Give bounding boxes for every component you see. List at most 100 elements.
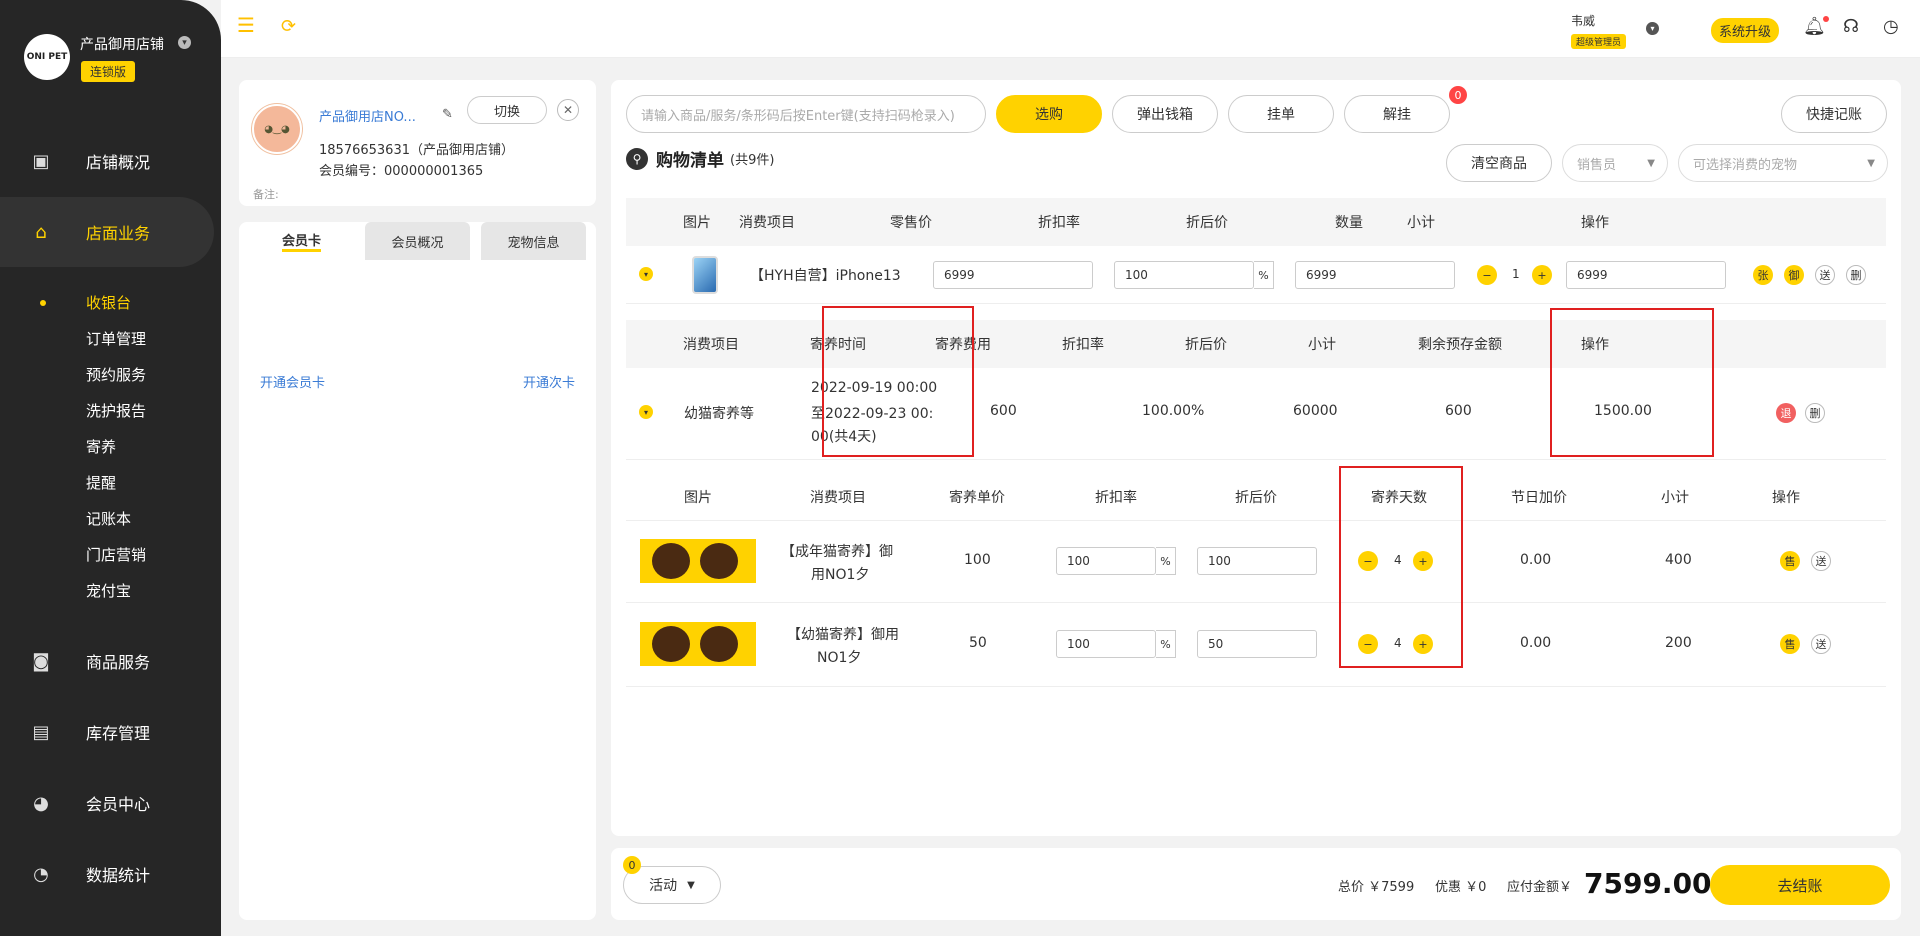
chevron-down-icon[interactable]: ▾ bbox=[639, 405, 653, 419]
after-discount-input[interactable]: 100 bbox=[1197, 547, 1317, 575]
cash-drawer-button[interactable]: 弹出钱箱 bbox=[1112, 95, 1218, 133]
sub-item-reminder[interactable]: 提醒 bbox=[86, 472, 116, 492]
retail-price-input[interactable]: 6999 bbox=[933, 261, 1093, 289]
sub-item-care-report[interactable]: 洗护报告 bbox=[86, 400, 146, 420]
menu-icon[interactable]: ☰ bbox=[237, 15, 259, 36]
cart-title: ⚲ 购物清单 (共9件) bbox=[626, 146, 774, 171]
nav-item-goods[interactable]: ◙ 商品服务 bbox=[0, 626, 221, 696]
edition-badge: 连锁版 bbox=[81, 61, 136, 82]
nav-item-inventory[interactable]: ▤ 库存管理 bbox=[0, 697, 221, 767]
op-button-yu[interactable]: 御 bbox=[1784, 265, 1804, 285]
nav-item-label: 数据统计 bbox=[86, 866, 151, 885]
salesperson-select[interactable]: 销售员 ▼ bbox=[1562, 144, 1668, 182]
unit-price: 50 bbox=[969, 635, 987, 651]
col-header: 零售价 bbox=[890, 215, 932, 231]
quick-ledger-button[interactable]: 快捷记账 bbox=[1781, 95, 1887, 133]
payable-label: 应付金额￥ bbox=[1507, 880, 1573, 895]
nav-item-label: 店铺概况 bbox=[86, 153, 151, 172]
pet-placeholder: 可选择消费的宠物 bbox=[1693, 157, 1798, 173]
subtotal-input[interactable]: 6999 bbox=[1566, 261, 1726, 289]
divider bbox=[626, 686, 1886, 687]
location-pin-icon: ⚲ bbox=[626, 147, 648, 170]
activity-label: 活动 bbox=[649, 878, 678, 894]
member-card: ◕‿◕ 产品御用店NO... ✎ 切换 ✕ 18576653631（产品御用店铺… bbox=[239, 80, 596, 206]
select-button[interactable]: 选购 bbox=[996, 95, 1102, 133]
sub-item-cashier[interactable]: 收银台 bbox=[86, 292, 131, 312]
nav-item-overview[interactable]: ▣ 店铺概况 bbox=[0, 126, 221, 196]
member-tabs-panel: 会员卡 会员概况 宠物信息 开通会员卡 开通次卡 bbox=[239, 222, 596, 920]
switch-member-button[interactable]: 切换 bbox=[467, 96, 547, 124]
col-header: 折扣率 bbox=[1062, 337, 1104, 353]
unhold-order-button[interactable]: 解挂 bbox=[1344, 95, 1450, 133]
tab-pet-info[interactable]: 宠物信息 bbox=[481, 222, 586, 260]
hold-order-button[interactable]: 挂单 bbox=[1228, 95, 1334, 133]
member-store-link[interactable]: 产品御用店NO... bbox=[319, 106, 416, 125]
clock-icon[interactable]: ◷ bbox=[1883, 16, 1899, 37]
boarding-name: 幼猫寄养等 bbox=[684, 406, 754, 422]
op-button-zhang[interactable]: 张 bbox=[1753, 265, 1773, 285]
minus-button[interactable]: − bbox=[1477, 265, 1497, 285]
nav-item-store-business[interactable]: ⌂ 店面业务 bbox=[0, 197, 214, 267]
search-input[interactable]: 请输入商品/服务/条形码后按Enter键(支持扫码枪录入) bbox=[626, 95, 986, 133]
delete-button[interactable]: 删 bbox=[1805, 403, 1825, 423]
gift-button[interactable]: 送 bbox=[1811, 551, 1831, 571]
sell-button[interactable]: 售 bbox=[1780, 634, 1800, 654]
plus-button[interactable]: + bbox=[1532, 265, 1552, 285]
headset-icon[interactable]: ☊ bbox=[1843, 16, 1859, 37]
col-header: 小计 bbox=[1308, 337, 1336, 353]
sub-item-appointments[interactable]: 预约服务 bbox=[86, 364, 146, 384]
percent-sign: % bbox=[1156, 547, 1176, 575]
item-name-line: 【成年猫寄养】御 bbox=[781, 544, 893, 560]
nav-item-label: 商品服务 bbox=[86, 653, 151, 672]
sub-item-ledger[interactable]: 记账本 bbox=[86, 508, 131, 528]
product-name: 【HYH自营】iPhone13 bbox=[750, 268, 901, 284]
gift-button[interactable]: 送 bbox=[1811, 634, 1831, 654]
tab-member-overview[interactable]: 会员概况 bbox=[365, 222, 470, 260]
store-name: 产品御用店铺 bbox=[80, 37, 164, 53]
upgrade-button[interactable]: 系统升级 bbox=[1711, 18, 1780, 43]
tab-member-card[interactable]: 会员卡 bbox=[249, 222, 354, 260]
open-member-card-link[interactable]: 开通会员卡 bbox=[260, 372, 325, 391]
sell-button[interactable]: 售 bbox=[1780, 551, 1800, 571]
col-header: 小计 bbox=[1407, 215, 1435, 231]
col-header: 数量 bbox=[1335, 215, 1363, 231]
nav-item-members[interactable]: ◕ 会员中心 bbox=[0, 768, 221, 838]
discount-input[interactable]: 100 bbox=[1114, 261, 1254, 289]
total-price: 总价 ￥7599 bbox=[1338, 880, 1415, 895]
col-header: 小计 bbox=[1661, 490, 1689, 506]
item-subtotal: 200 bbox=[1665, 635, 1692, 651]
boarding-fee: 600 bbox=[990, 403, 1017, 419]
clear-cart-button[interactable]: 清空商品 bbox=[1446, 144, 1552, 182]
gift-button[interactable]: 送 bbox=[1815, 265, 1835, 285]
boarding-after: 60000 bbox=[1293, 403, 1338, 419]
tab-label: 会员卡 bbox=[281, 230, 321, 252]
col-header: 折后价 bbox=[1185, 337, 1227, 353]
edit-icon[interactable]: ✎ bbox=[442, 107, 453, 122]
unit-price: 100 bbox=[964, 552, 991, 568]
refresh-icon[interactable]: ⟳ bbox=[281, 18, 296, 36]
after-discount-input[interactable]: 6999 bbox=[1295, 261, 1455, 289]
sub-item-marketing[interactable]: 门店营销 bbox=[86, 544, 146, 564]
discount-input[interactable]: 100 bbox=[1056, 630, 1156, 658]
discount-input[interactable]: 100 bbox=[1056, 547, 1156, 575]
store-logo: ONI PET bbox=[24, 34, 70, 80]
user-role-badge: 超级管理员 bbox=[1571, 34, 1627, 49]
sub-item-orders[interactable]: 订单管理 bbox=[86, 328, 146, 348]
after-discount-input[interactable]: 50 bbox=[1197, 630, 1317, 658]
sub-item-petpay[interactable]: 宠付宝 bbox=[86, 580, 131, 600]
pet-select[interactable]: 可选择消费的宠物 ▼ bbox=[1678, 144, 1888, 182]
tab-label: 会员概况 bbox=[391, 235, 444, 251]
checkout-button[interactable]: 去结账 bbox=[1710, 865, 1890, 905]
nav-item-stats[interactable]: ◔ 数据统计 bbox=[0, 839, 221, 909]
col-header: 折扣率 bbox=[1038, 215, 1080, 231]
chevron-down-icon[interactable]: ▾ bbox=[639, 267, 653, 281]
refund-button[interactable]: 退 bbox=[1776, 403, 1796, 423]
delete-button[interactable]: 删 bbox=[1846, 265, 1866, 285]
chevron-down-icon[interactable]: ▾ bbox=[1646, 22, 1659, 35]
sub-item-boarding[interactable]: 寄养 bbox=[86, 436, 116, 456]
remark-label: 备注: bbox=[253, 188, 279, 201]
close-icon[interactable]: ✕ bbox=[557, 99, 579, 121]
open-sub-card-link[interactable]: 开通次卡 bbox=[523, 372, 575, 391]
nav-item-label: 会员中心 bbox=[86, 795, 151, 814]
chevron-down-icon[interactable]: ▾ bbox=[178, 36, 191, 49]
